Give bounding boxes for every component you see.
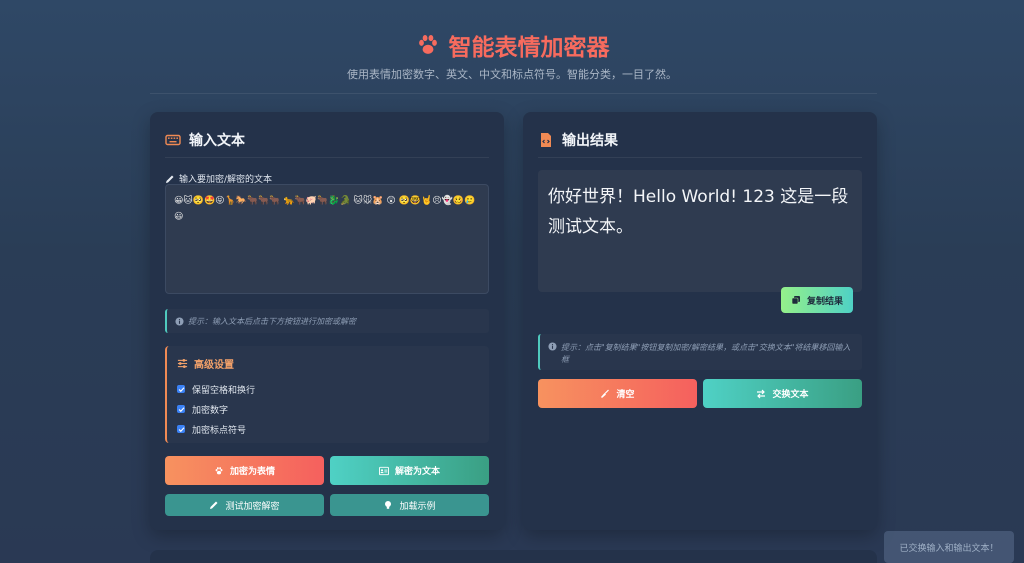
advanced-settings: 高级设置 保留空格和换行 加密数字 加密标点符号 — [165, 346, 489, 443]
option-encrypt-punctuation[interactable]: 加密标点符号 — [177, 419, 479, 439]
info-icon — [548, 342, 557, 351]
broom-icon — [601, 389, 610, 398]
output-result: 你好世界！Hello World! 123 这是一段测试文本。 — [538, 170, 862, 292]
option-encrypt-numbers[interactable]: 加密数字 — [177, 399, 479, 419]
checkbox-checked-icon[interactable] — [177, 405, 185, 413]
checkbox-checked-icon[interactable] — [177, 385, 185, 393]
sliders-icon — [177, 359, 188, 368]
settings-title: 高级设置 — [177, 356, 479, 371]
checkbox-checked-icon[interactable] — [177, 425, 185, 433]
encrypt-button[interactable]: 加密为表情 — [165, 456, 324, 485]
clear-button[interactable]: 清空 — [538, 379, 697, 408]
load-example-button[interactable]: 加载示例 — [330, 494, 489, 516]
pencil-icon — [210, 501, 218, 509]
file-code-icon — [541, 132, 551, 147]
input-panel: 输入文本 输入要加密/解密的文本 提示：输入文本后点击下方按钮进行加密或解密 高 — [150, 112, 504, 530]
id-card-icon — [379, 466, 389, 475]
output-panel: 输出结果 你好世界！Hello World! 123 这是一段测试文本。 复制结… — [523, 112, 877, 530]
pencil-icon — [166, 175, 174, 183]
input-panel-header: 输入文本 — [165, 128, 489, 158]
swap-icon — [757, 389, 766, 398]
output-hint: 提示：点击"复制结果"按钮复制加密/解密结果，或点击"交换文本"将结果移回输入框 — [538, 334, 862, 370]
bottom-panel — [150, 550, 877, 563]
header-divider — [150, 93, 877, 94]
keyboard-icon — [165, 134, 181, 145]
output-panel-title: 输出结果 — [562, 132, 618, 149]
copy-icon — [791, 296, 800, 305]
copy-result-button[interactable]: 复制结果 — [781, 287, 853, 313]
page-subtitle: 使用表情加密数字、英文、中文和标点符号。智能分类，一目了然。 — [347, 68, 677, 81]
output-panel-header: 输出结果 — [538, 128, 862, 158]
decrypt-button[interactable]: 解密为文本 — [330, 456, 489, 485]
paw-icon — [215, 466, 223, 474]
info-icon — [175, 316, 184, 326]
toast-notification: 已交换输入和输出文本！ — [884, 531, 1014, 563]
lightbulb-icon — [385, 501, 392, 509]
input-panel-title: 输入文本 — [189, 132, 245, 149]
title-text: 智能表情加密器 — [448, 35, 610, 61]
input-textarea[interactable] — [165, 184, 489, 294]
paw-icon — [418, 35, 437, 54]
swap-text-button[interactable]: 交换文本 — [703, 379, 862, 408]
input-hint: 提示：输入文本后点击下方按钮进行加密或解密 — [165, 309, 489, 333]
option-keep-whitespace[interactable]: 保留空格和换行 — [177, 379, 479, 399]
test-encrypt-decrypt-button[interactable]: 测试加密解密 — [165, 494, 324, 516]
page-title: 智能表情加密器 — [0, 28, 1024, 62]
